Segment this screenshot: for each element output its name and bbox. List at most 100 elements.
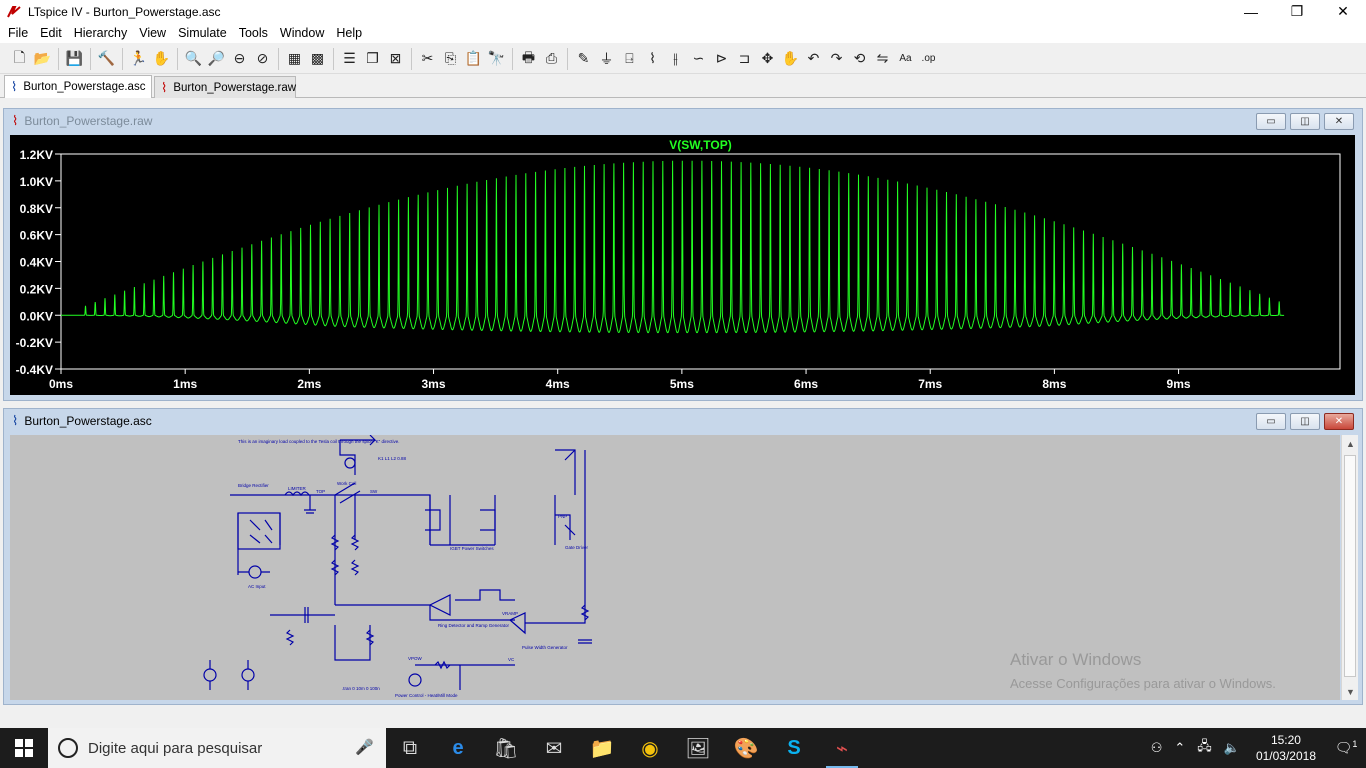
start-button[interactable]: [0, 728, 48, 768]
task-view-icon[interactable]: ⧉: [386, 728, 434, 768]
open-icon[interactable]: 📂: [31, 48, 54, 70]
chrome-icon[interactable]: ◉: [626, 728, 674, 768]
mirror-icon[interactable]: ⇋: [871, 48, 894, 70]
resistor-icon[interactable]: ⌇: [641, 48, 664, 70]
edge-icon[interactable]: e: [434, 728, 482, 768]
cut-icon[interactable]: ✂: [416, 48, 439, 70]
save-icon[interactable]: 💾: [63, 48, 86, 70]
menu-window[interactable]: Window: [274, 26, 330, 40]
schematic-canvas[interactable]: This is an imaginary load coupled to the…: [10, 435, 1340, 700]
taskbar-search[interactable]: Digite aqui para pesquisar 🎤: [48, 728, 386, 768]
zoom-fit-icon[interactable]: ⊖: [228, 48, 251, 70]
minimize-button[interactable]: —: [1228, 0, 1274, 23]
waveform-close-button[interactable]: ✕: [1324, 113, 1354, 130]
close-button[interactable]: ✕: [1320, 0, 1366, 23]
activation-watermark-text: Acesse Configurações para ativar o Windo…: [1010, 676, 1276, 691]
menu-edit[interactable]: Edit: [34, 26, 68, 40]
zoom-out-icon[interactable]: 🔎: [205, 48, 228, 70]
notepad-icon[interactable]: 🖼: [674, 728, 722, 768]
schematic-note: This is an imaginary load coupled to the…: [238, 439, 399, 444]
close-all-icon[interactable]: ⊠: [384, 48, 407, 70]
series-v-sw-top: [61, 160, 1285, 334]
copy-icon[interactable]: ⎘: [439, 48, 462, 70]
capacitor-icon[interactable]: ⫲: [664, 48, 687, 70]
trace-label[interactable]: V(SW,TOP): [669, 138, 731, 152]
menu-simulate[interactable]: Simulate: [172, 26, 233, 40]
mail-icon[interactable]: ✉: [530, 728, 578, 768]
drag-icon[interactable]: ✋: [779, 48, 802, 70]
scroll-thumb[interactable]: [1344, 455, 1356, 677]
schematic-restore-button[interactable]: ◫: [1290, 413, 1320, 430]
search-placeholder: Digite aqui para pesquisar: [88, 739, 263, 757]
menu-help[interactable]: Help: [330, 26, 368, 40]
waveform-window: ⌇ Burton_Powerstage.raw ▭ ◫ ✕ 1.2KV 1.0KV…: [3, 108, 1363, 401]
sw-node-label: SW: [370, 489, 378, 494]
text-icon[interactable]: Aa: [894, 48, 917, 70]
scroll-up-icon[interactable]: ▲: [1342, 435, 1359, 452]
scroll-down-icon[interactable]: ▼: [1342, 683, 1359, 700]
tab-waveform[interactable]: ⌇ Burton_Powerstage.raw: [154, 76, 296, 98]
inductor-icon[interactable]: ∽: [687, 48, 710, 70]
control-panel-icon[interactable]: 🔨: [95, 48, 118, 70]
show-hidden-icons-icon[interactable]: ⌃: [1168, 740, 1191, 756]
menu-view[interactable]: View: [133, 26, 172, 40]
tab-schematic[interactable]: ⌇ Burton_Powerstage.asc: [4, 75, 152, 98]
find-icon[interactable]: 🔭: [485, 48, 508, 70]
print-preview-icon[interactable]: 🖶: [517, 48, 540, 70]
y-tick-label: 0.6KV: [20, 229, 53, 243]
toolbar-separator: [58, 47, 59, 70]
zoom-cancel-icon[interactable]: ⊘: [251, 48, 274, 70]
schematic-vertical-scrollbar[interactable]: ▲ ▼: [1341, 435, 1358, 700]
new-schematic-icon[interactable]: 🗋: [8, 48, 31, 70]
window-title: LTspice IV - Burton_Powerstage.asc: [28, 4, 221, 19]
print-icon[interactable]: ⎙: [540, 48, 563, 70]
ground-icon[interactable]: ⏚: [595, 48, 618, 70]
toolbar-separator: [512, 47, 513, 70]
skype-icon[interactable]: S: [770, 728, 818, 768]
x-tick-label: 5ms: [670, 377, 694, 391]
people-icon[interactable]: ⚇: [1145, 740, 1169, 756]
file-explorer-icon[interactable]: 📁: [578, 728, 626, 768]
rotate-icon[interactable]: ⟲: [848, 48, 871, 70]
paste-icon[interactable]: 📋: [462, 48, 485, 70]
waveform-window-title: Burton_Powerstage.raw: [24, 114, 153, 128]
grid-icon[interactable]: ▩: [306, 48, 329, 70]
paint-icon[interactable]: 🎨: [722, 728, 770, 768]
run-icon[interactable]: 🏃: [127, 48, 150, 70]
menu-hierarchy[interactable]: Hierarchy: [68, 26, 134, 40]
menu-tools[interactable]: Tools: [233, 26, 274, 40]
tile-horizontal-icon[interactable]: ☰: [338, 48, 361, 70]
waveform-minimize-button[interactable]: ▭: [1256, 113, 1286, 130]
k-directive-label: K1 L1 L2 0.88: [378, 456, 407, 461]
cascade-icon[interactable]: ❐: [361, 48, 384, 70]
component-icon[interactable]: ⊐: [733, 48, 756, 70]
schematic-minimize-button[interactable]: ▭: [1256, 413, 1286, 430]
undo-icon[interactable]: ↶: [802, 48, 825, 70]
ltspice-icon[interactable]: ⌁: [818, 728, 866, 768]
maximize-button[interactable]: ❐: [1274, 0, 1320, 23]
waveform-plot[interactable]: 1.2KV 1.0KV 0.8KV 0.6KV 0.4KV 0.2KV 0.0KV -0.2K…: [10, 135, 1355, 395]
draw-wire-icon[interactable]: ✎: [572, 48, 595, 70]
halt-icon[interactable]: ✋: [150, 48, 173, 70]
diode-icon[interactable]: ⊳: [710, 48, 733, 70]
autorange-icon[interactable]: ▦: [283, 48, 306, 70]
schematic-close-button[interactable]: ✕: [1324, 413, 1354, 430]
waveform-chart[interactable]: 1.2KV 1.0KV 0.8KV 0.6KV 0.4KV 0.2KV 0.0KV -0.2K…: [10, 135, 1355, 395]
redo-icon[interactable]: ↷: [825, 48, 848, 70]
network-icon[interactable]: 🖧: [1191, 737, 1218, 759]
y-tick-label: 0.2KV: [20, 282, 53, 296]
action-center-icon[interactable]: 🗨1: [1326, 739, 1366, 757]
clock[interactable]: 15:20 01/03/2018: [1246, 732, 1326, 764]
schematic-window-caption[interactable]: ⌇ Burton_Powerstage.asc ▭ ◫ ✕: [4, 409, 1362, 433]
spice-directive-icon[interactable]: .op: [917, 48, 940, 70]
zoom-in-icon[interactable]: 🔍: [182, 48, 205, 70]
menu-file[interactable]: File: [2, 26, 34, 40]
label-net-icon[interactable]: ⍈: [618, 48, 641, 70]
waveform-window-caption[interactable]: ⌇ Burton_Powerstage.raw ▭ ◫ ✕: [4, 109, 1362, 133]
microphone-icon[interactable]: 🎤: [355, 738, 374, 756]
volume-icon[interactable]: 🔈: [1218, 740, 1246, 756]
waveform-restore-button[interactable]: ◫: [1290, 113, 1320, 130]
tab-label: Burton_Powerstage.raw: [173, 81, 297, 94]
store-icon[interactable]: 🛍: [482, 728, 530, 768]
move-icon[interactable]: ✥: [756, 48, 779, 70]
